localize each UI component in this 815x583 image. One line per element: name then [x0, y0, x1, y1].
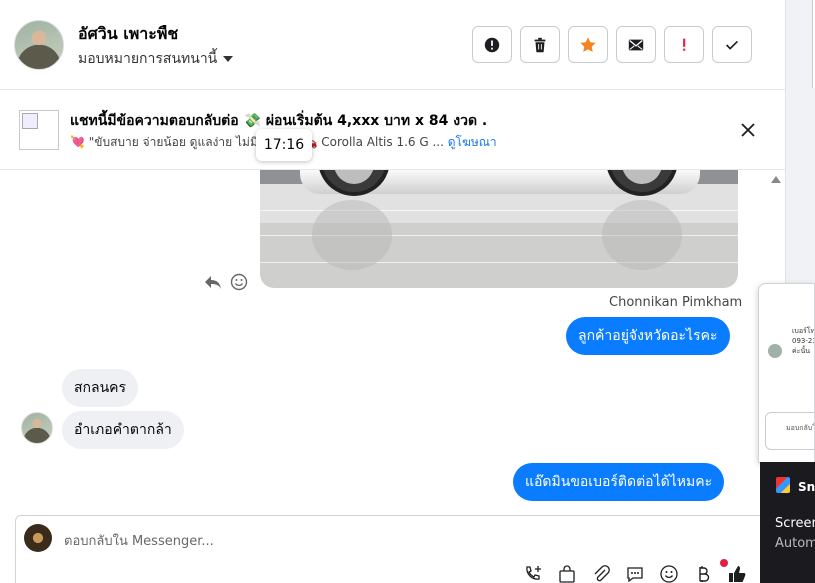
message-actions	[204, 273, 248, 291]
message-bubble-outgoing[interactable]: แอ๊ดมินขอเบอร์ติดต่อได้ไหมคะ	[513, 463, 725, 501]
ad-reference-banner: แชทนี้มีข้อความตอบกลับต่อ 💸 ผ่อนเริ่มต้น…	[0, 90, 785, 170]
message-thread[interactable]: Chonnikan Pimkham ลูกค้าอยู่จังหวัดอะไรค…	[0, 170, 785, 515]
ad-subtitle-text: 💘 "ขับสบาย จ่ายน้อย ดูแลง่าย ไม่มีวิน	[70, 135, 273, 149]
star-icon	[580, 36, 596, 52]
saved-replies-icon[interactable]	[625, 564, 645, 583]
check-icon	[726, 40, 738, 50]
contact-avatar[interactable]	[14, 20, 64, 70]
messenger-inbox-window: อัศวิน เพาะพืช มอบหมายการสนทนานี้ แชทนี้…	[0, 0, 815, 583]
notification-app-name: Sni	[798, 480, 815, 494]
alert-button[interactable]	[472, 26, 512, 63]
message-bubble-incoming[interactable]: สกลนคร	[62, 369, 139, 407]
like-icon[interactable]	[727, 564, 747, 583]
emoji-reaction-icon[interactable]	[230, 273, 248, 291]
attachment-icon[interactable]	[591, 564, 611, 583]
view-ad-link[interactable]: ดูโฆษณา	[448, 135, 497, 149]
alert-circle-icon	[484, 37, 500, 52]
car-photo-attachment[interactable]	[260, 170, 738, 288]
header-actions	[472, 26, 752, 63]
popup-message: เบอร์โท 093-23 ค่ะนั้น	[792, 327, 815, 355]
scroll-up-arrow-icon[interactable]	[771, 176, 781, 183]
reply-icon[interactable]	[204, 274, 222, 290]
caret-down-icon	[223, 56, 234, 62]
timestamp-tooltip: 17:16	[256, 129, 312, 161]
snipping-tool-icon	[776, 477, 790, 493]
delete-button[interactable]	[520, 26, 560, 63]
conversation-panel: อัศวิน เพาะพืช มอบหมายการสนทนานี้ แชทนี้…	[0, 0, 785, 583]
snip-notification-card[interactable]: Sni Screen Autom	[760, 462, 815, 583]
message-bubble-incoming[interactable]: อำเภอคำตากล้า	[62, 411, 184, 449]
spam-button[interactable]	[664, 26, 704, 63]
reply-input[interactable]: ตอบกลับใน Messenger...	[64, 530, 214, 551]
composer-toolbar	[523, 564, 747, 583]
mark-done-button[interactable]	[712, 26, 752, 63]
ad-subtitle-tail: 🚗 Corolla Altis 1.6 G ...	[302, 135, 444, 149]
assign-label: มอบหมายการสนทนานี้	[78, 51, 218, 67]
emoji-icon[interactable]	[659, 564, 679, 583]
star-button[interactable]	[568, 26, 608, 63]
trash-icon	[534, 37, 546, 52]
notification-body: Screen Autom	[775, 516, 815, 551]
shopping-bag-icon[interactable]	[557, 564, 577, 583]
ad-thumbnail[interactable]	[19, 110, 59, 150]
contact-name[interactable]: อัศวิน เพาะพืช	[78, 22, 178, 47]
sender-name: Chonnikan Pimkham	[609, 295, 743, 310]
exclamation-icon	[683, 38, 686, 51]
call-request-icon[interactable]	[523, 564, 543, 583]
page-avatar	[24, 524, 52, 552]
mini-chat-popup[interactable]: เบอร์โท 093-23 ค่ะนั้น มอบกลับใ	[758, 283, 815, 463]
payment-icon[interactable]	[693, 564, 713, 583]
message-bubble-outgoing[interactable]: ลูกค้าอยู่จังหวัดอะไรคะ	[566, 317, 730, 355]
close-icon[interactable]	[738, 120, 758, 140]
mark-unread-button[interactable]	[616, 26, 656, 63]
reply-composer: ตอบกลับใน Messenger...	[15, 515, 785, 583]
conversation-header: อัศวิน เพาะพืช มอบหมายการสนทนานี้	[0, 0, 785, 90]
notification-dot	[720, 559, 728, 567]
popup-avatar	[768, 344, 782, 358]
assign-conversation-dropdown[interactable]: มอบหมายการสนทนานี้	[78, 48, 234, 70]
mail-icon	[628, 39, 644, 50]
contact-avatar-small[interactable]	[21, 412, 53, 444]
popup-reply-input[interactable]: มอบกลับใ	[765, 412, 814, 450]
